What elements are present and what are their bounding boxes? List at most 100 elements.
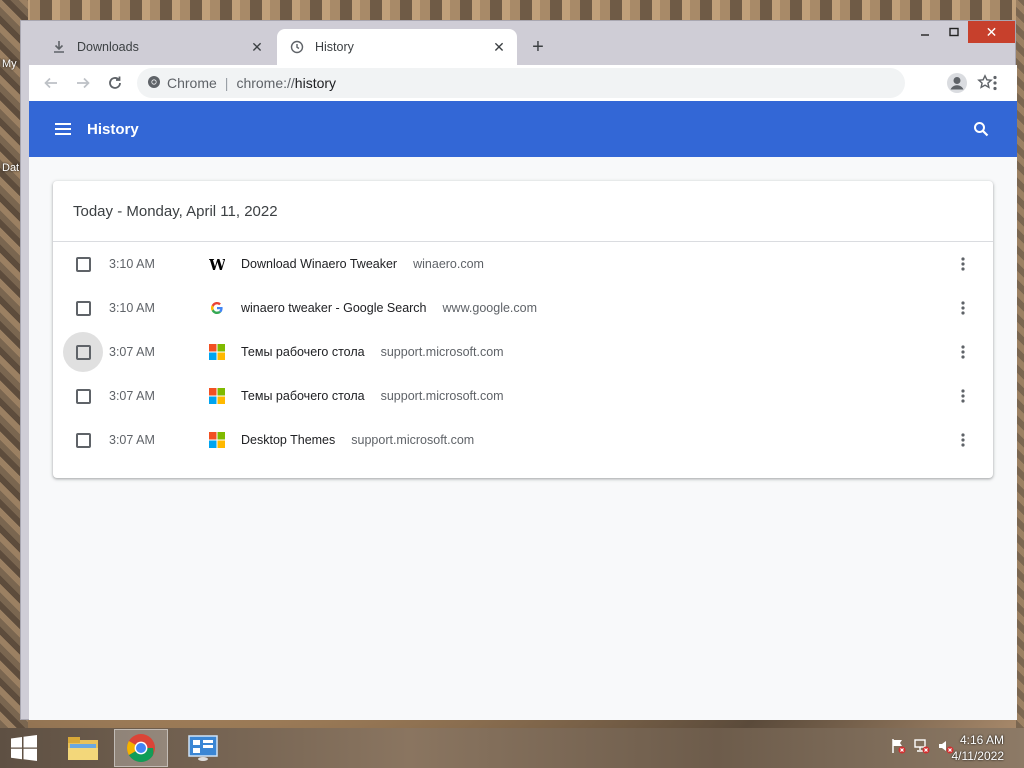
menu-button[interactable] xyxy=(979,67,1011,99)
desktop-icon-label[interactable]: My xyxy=(2,58,17,70)
kebab-icon xyxy=(961,257,965,271)
entry-domain: winaero.com xyxy=(413,257,484,271)
entry-checkbox[interactable] xyxy=(63,420,103,460)
desktop-background-right xyxy=(1016,0,1024,728)
svg-text:W: W xyxy=(209,257,225,271)
entry-menu-button[interactable] xyxy=(953,298,973,318)
entry-checkbox[interactable] xyxy=(63,376,103,416)
entry-time: 3:07 AM xyxy=(109,433,155,447)
entry-menu-button[interactable] xyxy=(953,430,973,450)
history-entry[interactable]: 3:10 AM W Download Winaero Tweaker winae… xyxy=(53,242,993,286)
page-title: History xyxy=(87,120,139,138)
chrome-icon xyxy=(147,75,161,92)
entry-title[interactable]: Темы рабочего стола xyxy=(241,345,365,359)
history-header: History xyxy=(29,101,1017,157)
browser-toolbar: Chrome | chrome://history xyxy=(29,65,1017,101)
close-icon[interactable]: ✕ xyxy=(247,37,267,57)
history-icon xyxy=(289,39,305,55)
search-button[interactable] xyxy=(965,113,997,145)
history-entry[interactable]: 3:07 AM Desktop Themes support.microsoft… xyxy=(53,418,993,462)
window-controls: ✕ xyxy=(910,21,1015,43)
entry-title[interactable]: Темы рабочего стола xyxy=(241,389,365,403)
kebab-icon xyxy=(961,389,965,403)
address-bar[interactable]: Chrome | chrome://history xyxy=(137,68,993,98)
clock-time: 4:16 AM xyxy=(959,733,1004,747)
close-button[interactable]: ✕ xyxy=(968,21,1015,43)
entry-menu-button[interactable] xyxy=(953,342,973,362)
chrome-taskbar-button[interactable] xyxy=(114,729,168,767)
arrow-right-icon xyxy=(77,77,90,89)
microsoft-icon xyxy=(209,432,225,448)
tab-history[interactable]: History ✕ xyxy=(277,29,517,65)
history-entry[interactable]: 3:07 AM Темы рабочего стола support.micr… xyxy=(53,330,993,374)
history-content: Today - Monday, April 11, 2022 3:10 AM W… xyxy=(29,157,1017,720)
entry-title[interactable]: winaero tweaker - Google Search xyxy=(241,301,427,315)
tab-label: History xyxy=(315,40,354,54)
entry-title[interactable]: Download Winaero Tweaker xyxy=(241,257,397,271)
reload-button[interactable] xyxy=(99,67,131,99)
action-center-flag-icon[interactable] xyxy=(890,738,906,759)
kebab-icon xyxy=(961,433,965,447)
desktop-background-top xyxy=(0,0,1024,20)
entry-time: 3:10 AM xyxy=(109,257,155,271)
microsoft-icon xyxy=(209,388,225,404)
windows-logo-icon xyxy=(11,735,37,761)
tab-label: Downloads xyxy=(77,40,139,54)
entry-domain: support.microsoft.com xyxy=(380,345,504,359)
desktop-icon-label[interactable]: Dat xyxy=(2,162,19,174)
minimize-button[interactable] xyxy=(910,21,939,43)
history-entry[interactable]: 3:10 AM winaero tweaker - Google Search … xyxy=(53,286,993,330)
network-icon[interactable] xyxy=(914,738,930,759)
entry-menu-button[interactable] xyxy=(953,386,973,406)
control-panel-icon xyxy=(188,735,218,761)
profile-button[interactable] xyxy=(941,67,973,99)
file-explorer-taskbar-button[interactable] xyxy=(56,729,110,767)
close-icon[interactable]: ✕ xyxy=(489,37,509,57)
download-icon xyxy=(51,39,67,55)
url-text[interactable]: chrome://history xyxy=(236,75,336,91)
entry-time: 3:07 AM xyxy=(109,345,155,359)
system-tray xyxy=(890,738,954,759)
microsoft-icon xyxy=(209,344,225,360)
entry-checkbox[interactable] xyxy=(63,288,103,328)
taskbar-clock[interactable]: 4:16 AM 4/11/2022 xyxy=(952,732,1005,764)
hamburger-button[interactable] xyxy=(43,109,83,149)
history-entry[interactable]: 3:07 AM Темы рабочего стола support.micr… xyxy=(53,374,993,418)
entry-time: 3:10 AM xyxy=(109,301,155,315)
tab-downloads[interactable]: Downloads ✕ xyxy=(41,29,275,65)
omnibox-separator: | xyxy=(224,75,229,91)
back-button[interactable] xyxy=(35,67,67,99)
new-tab-button[interactable]: + xyxy=(527,36,549,58)
entry-checkbox[interactable] xyxy=(63,244,103,284)
entry-time: 3:07 AM xyxy=(109,389,155,403)
taskbar: 4:16 AM 4/11/2022 xyxy=(0,728,1024,768)
entry-title[interactable]: Desktop Themes xyxy=(241,433,335,447)
reload-icon xyxy=(109,76,121,89)
kebab-icon xyxy=(993,75,997,91)
hamburger-icon xyxy=(55,123,71,135)
entry-menu-button[interactable] xyxy=(953,254,973,274)
chrome-icon xyxy=(127,734,155,762)
control-panel-taskbar-button[interactable] xyxy=(176,729,230,767)
arrow-left-icon xyxy=(44,77,57,89)
forward-button[interactable] xyxy=(67,67,99,99)
start-button[interactable] xyxy=(8,734,40,762)
entry-domain: support.microsoft.com xyxy=(351,433,475,447)
kebab-icon xyxy=(961,345,965,359)
entry-checkbox[interactable] xyxy=(63,332,103,372)
winaero-icon: W xyxy=(209,256,225,272)
toolbar-right xyxy=(941,67,1011,99)
card-title: Today - Monday, April 11, 2022 xyxy=(53,181,993,242)
title-bar: Downloads ✕ History ✕ + ✕ xyxy=(21,21,1015,65)
maximize-button[interactable] xyxy=(939,21,968,43)
search-icon xyxy=(974,122,989,137)
clock-date: 4/11/2022 xyxy=(951,749,1005,763)
google-icon xyxy=(209,300,225,316)
history-card: Today - Monday, April 11, 2022 3:10 AM W… xyxy=(53,181,993,478)
chrome-window: Downloads ✕ History ✕ + ✕ Chrome | chrom… xyxy=(20,20,1017,720)
entry-domain: support.microsoft.com xyxy=(380,389,504,403)
avatar-icon xyxy=(947,73,967,93)
folder-icon xyxy=(68,737,98,760)
site-label: Chrome xyxy=(167,75,217,91)
entry-domain: www.google.com xyxy=(442,301,538,315)
